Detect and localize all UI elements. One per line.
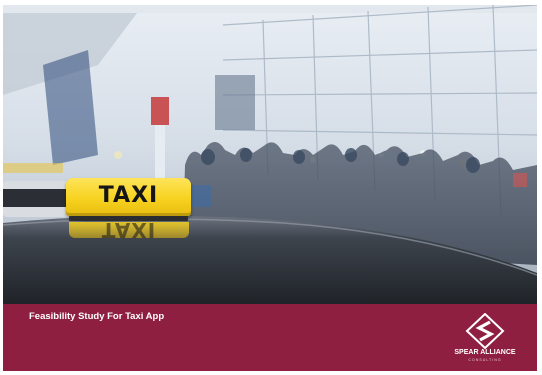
airport-taxi-photo: TAXI TAXI — [3, 5, 537, 304]
company-logo: SPEAR ALLIANCE CONSULTING — [447, 313, 523, 367]
background-scene — [3, 5, 537, 304]
logo-tagline: CONSULTING — [468, 358, 502, 362]
taxi-sign-base — [69, 216, 188, 221]
logo-company-name: SPEAR ALLIANCE — [454, 349, 516, 356]
taxi-sign-reflection: TAXI — [69, 222, 189, 238]
spear-alliance-logo-icon — [465, 313, 505, 349]
title-banner: Feasibility Study For Taxi App SPEAR ALL… — [3, 304, 537, 371]
taxi-sign-icon: TAXI — [66, 178, 191, 216]
slide-subtitle: Feasibility Study For Taxi App — [29, 311, 165, 322]
title-slide: TAXI TAXI Feasibility Study For Taxi App… — [3, 5, 537, 371]
taxi-sign-reflection-label: TAXI — [101, 222, 157, 238]
taxi-sign-label: TAXI — [98, 183, 159, 208]
